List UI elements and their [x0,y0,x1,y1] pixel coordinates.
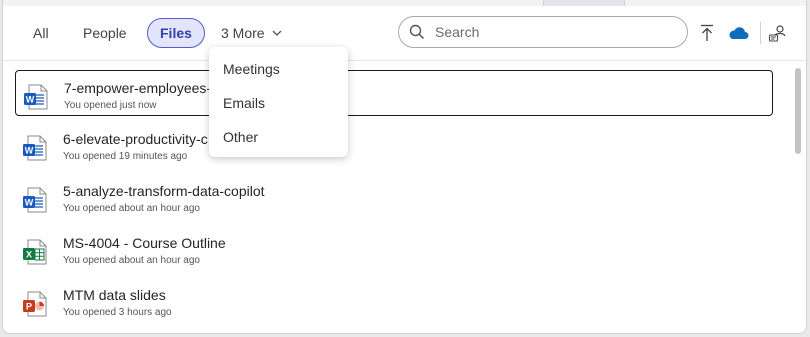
search-input[interactable] [433,23,677,41]
header-bar: All People Files 3 More [3,6,806,60]
upload-icon [701,24,713,41]
file-subtitle: You opened 3 hours ago [63,307,172,318]
svg-text:P: P [26,302,32,312]
file-subtitle: You opened just now [64,100,157,111]
menu-item-meetings[interactable]: Meetings [223,61,280,77]
file-title: MS-4004 - Course Outline [63,235,226,251]
file-subtitle: You opened 19 minutes ago [63,151,188,162]
powerpoint-file-icon: P [23,291,47,317]
onedrive-button[interactable] [726,21,750,45]
svg-text:W: W [25,198,34,208]
svg-text:X: X [26,250,32,260]
menu-item-emails[interactable]: Emails [223,95,265,111]
svg-text:W: W [25,146,34,156]
svg-text:W: W [26,95,35,105]
more-dropdown-menu: Meetings Emails Other [209,47,348,157]
scrollbar-thumb[interactable] [795,68,801,154]
word-file-icon: W [23,187,47,213]
file-title: MTM data slides [63,287,166,303]
tab-more[interactable]: 3 More [209,18,295,48]
file-subtitle: You opened about an hour ago [63,255,200,266]
tab-people[interactable]: People [71,18,139,48]
header-divider [760,22,761,44]
people-settings-icon [768,25,786,42]
file-row[interactable]: W 7-empower-employees- You opened just n… [15,70,773,116]
header-divider-line [3,60,806,61]
file-row[interactable]: W 5-analyze-transform-data-copilot You o… [15,174,773,220]
file-row[interactable]: P MTM data slides You opened 3 hours ago [15,278,773,324]
file-subtitle: You opened about an hour ago [63,203,200,214]
search-panel: All People Files 3 More W 7-empower-empl… [2,0,807,334]
tab-all[interactable]: All [21,18,61,48]
onedrive-cloud-icon [729,27,749,39]
menu-item-other[interactable]: Other [223,129,258,145]
word-file-icon: W [23,135,47,161]
people-settings-button[interactable] [766,21,790,45]
tab-files[interactable]: Files [147,18,205,48]
file-row[interactable]: X MS-4004 - Course Outline You opened ab… [15,226,773,272]
upload-button[interactable] [695,21,719,45]
file-title: 7-empower-employees- [64,80,212,96]
search-icon [409,24,425,40]
word-file-icon: W [24,84,48,110]
file-row[interactable]: W 6-elevate-productivity-c You opened 19… [15,122,773,168]
more-label: 3 More [221,25,265,41]
excel-file-icon: X [23,239,47,265]
file-title: 5-analyze-transform-data-copilot [63,183,265,199]
search-box[interactable] [398,16,688,48]
chevron-down-icon [272,30,282,36]
file-title: 6-elevate-productivity-c [63,131,208,147]
